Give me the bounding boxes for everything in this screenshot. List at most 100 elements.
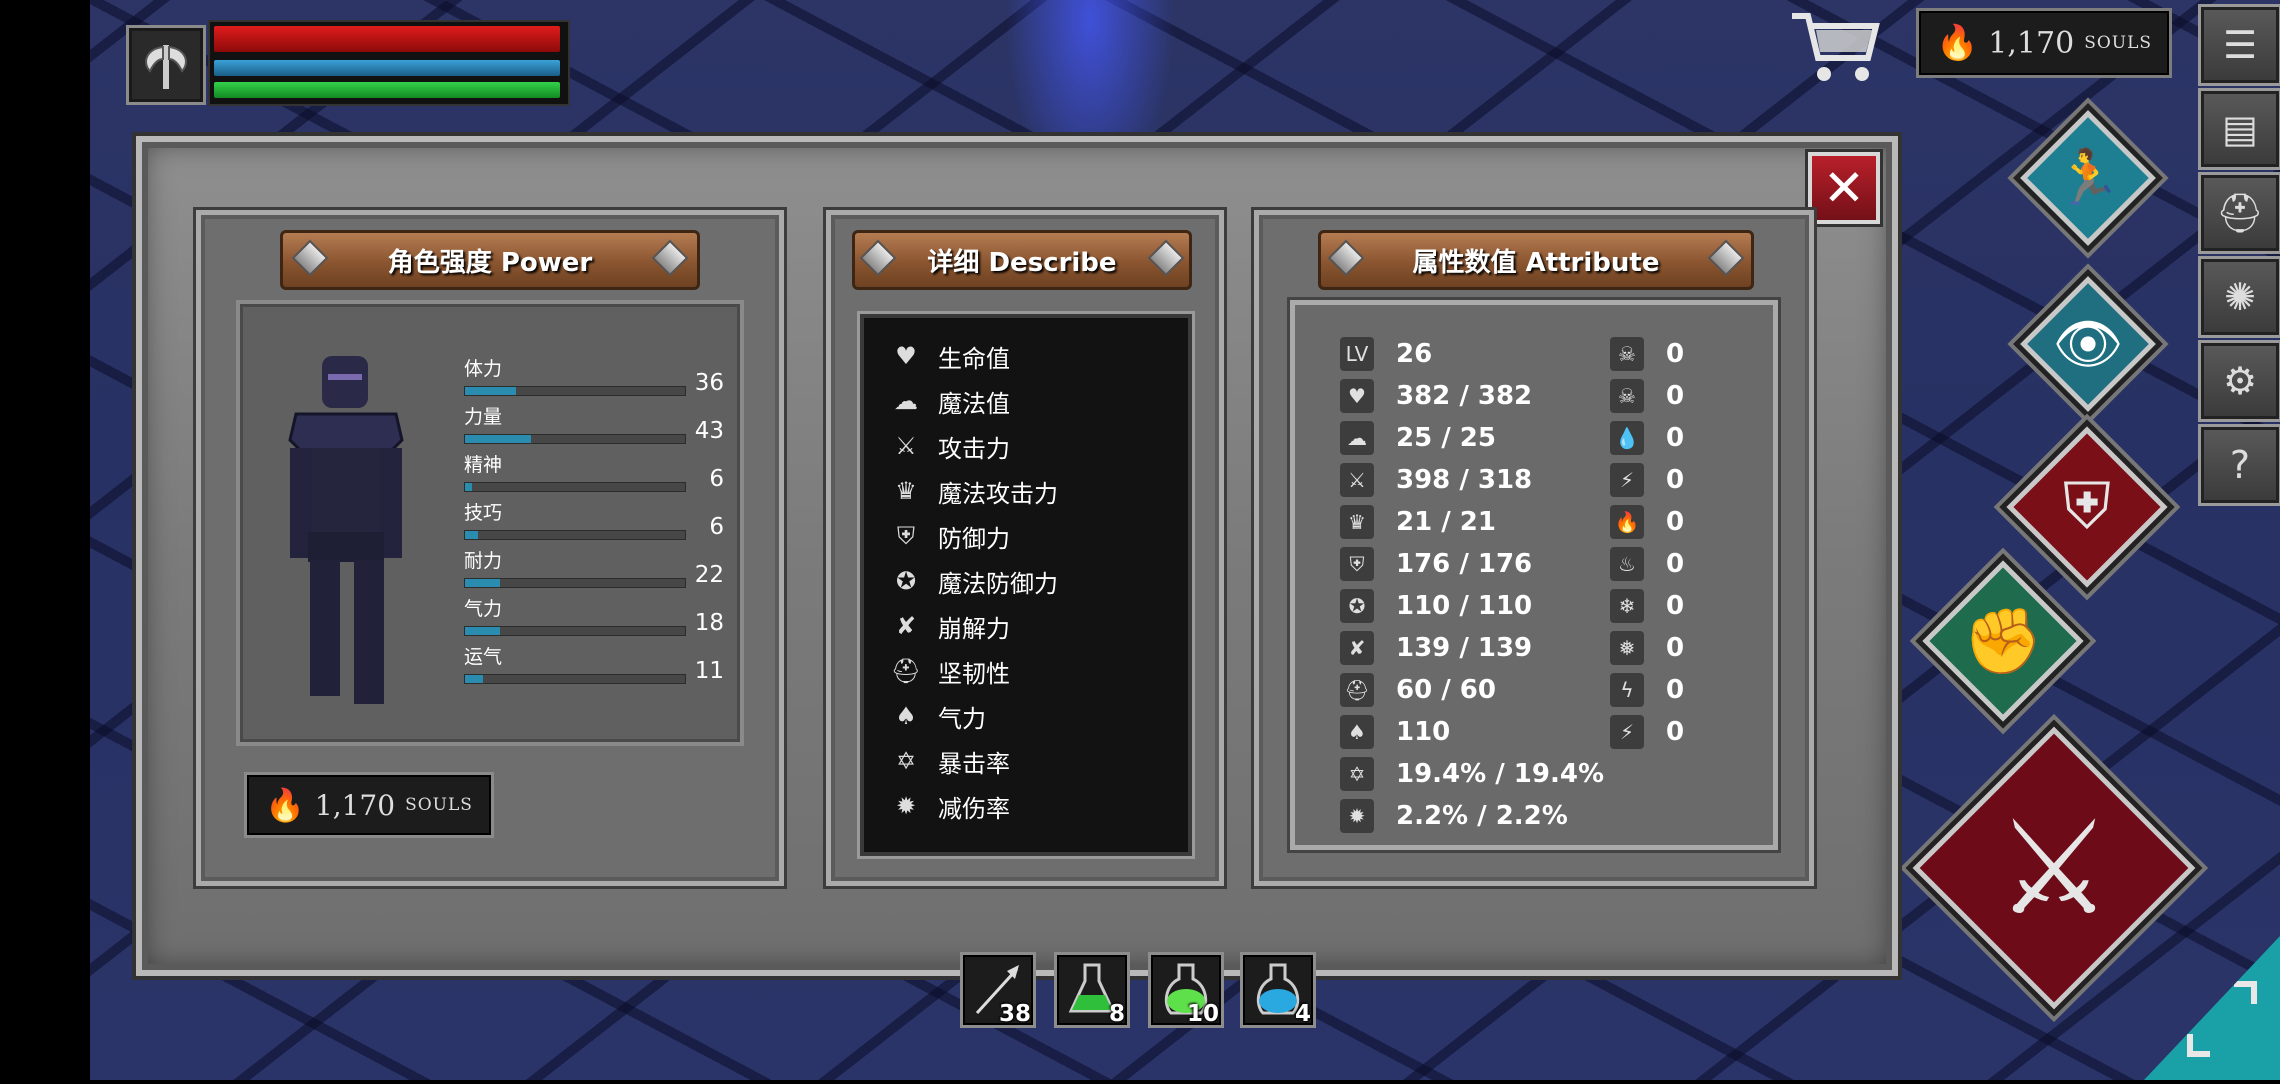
item-count: 10 xyxy=(1186,1001,1219,1027)
helmet-icon: ⛑ xyxy=(1340,673,1374,707)
list-item: ✹ 减伤率 xyxy=(888,786,1010,826)
attribute-value: 0 xyxy=(1666,507,1685,537)
power-panel-title: 角色强度 Power xyxy=(280,230,700,290)
attribute-row: ♨ 0 xyxy=(1610,544,1684,584)
brain-icon: ☁ xyxy=(1340,421,1374,455)
stat-label: 力量 xyxy=(464,406,503,428)
shield-icon: ⛨ xyxy=(1340,547,1374,581)
list-item: ♠ 气力 xyxy=(888,696,986,736)
souls-unit: SOULS xyxy=(405,795,473,815)
shopping-cart-icon xyxy=(1792,13,1880,81)
stat-value: 36 xyxy=(694,370,724,396)
describe-title: 详细 Describe xyxy=(927,247,1117,278)
level-icon: LV xyxy=(1340,337,1374,371)
rivet-icon xyxy=(291,239,329,277)
stat-bar-fill xyxy=(465,435,531,443)
settings-button[interactable]: ⚙ xyxy=(2198,340,2280,422)
attribute-title: 属性数值 Attribute xyxy=(1412,247,1660,278)
heart-icon: ♥ xyxy=(1340,379,1374,413)
list-item: ⛨ 防御力 xyxy=(888,516,1010,556)
soul-flame-icon: 🔥 xyxy=(1935,23,1979,63)
frost-icon: ❄ xyxy=(1610,589,1644,623)
fire-resist-icon: ♨ xyxy=(1610,547,1644,581)
attribute-row: ☠ 0 xyxy=(1610,376,1684,416)
attribute-row: ♥ 382 / 382 xyxy=(1340,376,1532,416)
lightning-icon: ϟ xyxy=(1610,673,1644,707)
shield-icon: ⛨ xyxy=(897,522,915,550)
magic-shield-icon: ✪ xyxy=(1340,589,1374,623)
list-item: ☁ 魔法值 xyxy=(888,381,1010,421)
status-bars xyxy=(208,20,570,106)
attribute-row: 🔥 0 xyxy=(1610,502,1684,542)
item-count: 4 xyxy=(1294,1001,1311,1027)
help-button[interactable]: ? xyxy=(2198,424,2280,506)
running-man-icon: 🏃 xyxy=(2054,146,2122,209)
stat-bar xyxy=(464,530,686,540)
list-item: ♥ 生命值 xyxy=(888,336,1010,376)
close-button[interactable]: ✕ xyxy=(1808,152,1880,224)
critical-star-icon: ✡ xyxy=(1340,757,1374,791)
eye-icon: 👁 xyxy=(2052,312,2124,377)
stat-row-endurance: 耐力 22 xyxy=(464,546,724,592)
stat-value: 22 xyxy=(694,562,724,588)
describe-label: 魔法攻击力 xyxy=(938,479,1058,508)
attribute-value: 0 xyxy=(1666,549,1685,579)
helmet-icon: ⛑ xyxy=(890,657,922,685)
describe-label: 防御力 xyxy=(938,524,1010,553)
bleed-icon: ⚡ xyxy=(1610,463,1644,497)
stat-value: 11 xyxy=(694,658,724,684)
close-icon: ✕ xyxy=(1823,159,1865,217)
describe-label: 崩解力 xyxy=(938,614,1010,643)
souls-amount: 1,170 xyxy=(314,788,396,822)
equipped-weapon-slot[interactable] xyxy=(126,25,206,105)
attribute-row: ❄ 0 xyxy=(1610,586,1684,626)
heart-icon: ♥ xyxy=(895,342,917,370)
emblem-icon: ✺ xyxy=(2224,275,2256,319)
quick-slot-green-potion[interactable]: 8 xyxy=(1054,952,1130,1028)
quick-slot-arrows[interactable]: 38 xyxy=(960,952,1036,1028)
describe-label: 魔法值 xyxy=(938,389,1010,418)
lungs-icon: ♠ xyxy=(1340,715,1374,749)
attribute-value: 0 xyxy=(1666,633,1685,663)
stat-bar xyxy=(464,578,686,588)
rivet-icon xyxy=(1707,239,1745,277)
attribute-value: 139 / 139 xyxy=(1396,633,1533,663)
character-model-icon xyxy=(288,356,404,704)
souls-counter-top: 🔥 1,170 SOULS xyxy=(1916,8,2172,78)
stat-label: 体力 xyxy=(464,358,503,380)
sword-icon: ⚔ xyxy=(895,432,917,460)
equipment-button[interactable]: ⛑ xyxy=(2198,172,2280,254)
character-preview: 体力 36 力量 43 精神 6 技巧 6 耐力 22 气力 18 运气 11 xyxy=(236,300,744,746)
list-item: ♛ 魔法攻击力 xyxy=(888,471,1058,511)
reduction-shield-icon: ✹ xyxy=(895,792,917,820)
item-count: 38 xyxy=(998,1001,1031,1027)
stat-label: 技巧 xyxy=(464,502,503,524)
quick-slot-lime-potion[interactable]: 10 xyxy=(1148,952,1224,1028)
attribute-value: 0 xyxy=(1666,675,1685,705)
menu-button[interactable]: ☰ xyxy=(2198,4,2280,86)
attribute-value: 0 xyxy=(1666,591,1685,621)
attribute-row: ⛑ 60 / 60 xyxy=(1340,670,1496,710)
attribute-row: ⛨ 176 / 176 xyxy=(1340,544,1532,584)
rivet-icon xyxy=(651,239,689,277)
describe-label: 坚韧性 xyxy=(938,659,1010,688)
shop-cart-button[interactable] xyxy=(1788,6,1884,88)
list-item: ✘ 崩解力 xyxy=(888,606,1010,646)
attribute-value: 19.4% / 19.4% xyxy=(1396,759,1604,789)
quick-slot-blue-potion[interactable]: 4 xyxy=(1240,952,1316,1028)
stat-bar-fill xyxy=(465,675,483,683)
attribute-value: 0 xyxy=(1666,465,1685,495)
lungs-icon: ♠ xyxy=(895,702,917,730)
stat-row-vitality: 体力 36 xyxy=(464,354,724,400)
attribute-row: ✪ 110 / 110 xyxy=(1340,586,1532,626)
settings-gear-icon: ⚙ xyxy=(2222,359,2258,403)
attribute-row: ✘ 139 / 139 xyxy=(1340,628,1532,668)
journal-button[interactable]: ▤ xyxy=(2198,88,2280,170)
stat-row-skill: 技巧 6 xyxy=(464,498,724,544)
emblem-button[interactable]: ✺ xyxy=(2198,256,2280,338)
stat-row-spirit: 精神 6 xyxy=(464,450,724,496)
attribute-row: ♠ 110 xyxy=(1340,712,1450,752)
power-title: 角色强度 Power xyxy=(387,247,593,278)
attribute-value: 2.2% / 2.2% xyxy=(1396,801,1568,831)
attribute-panel-title: 属性数值 Attribute xyxy=(1318,230,1754,290)
